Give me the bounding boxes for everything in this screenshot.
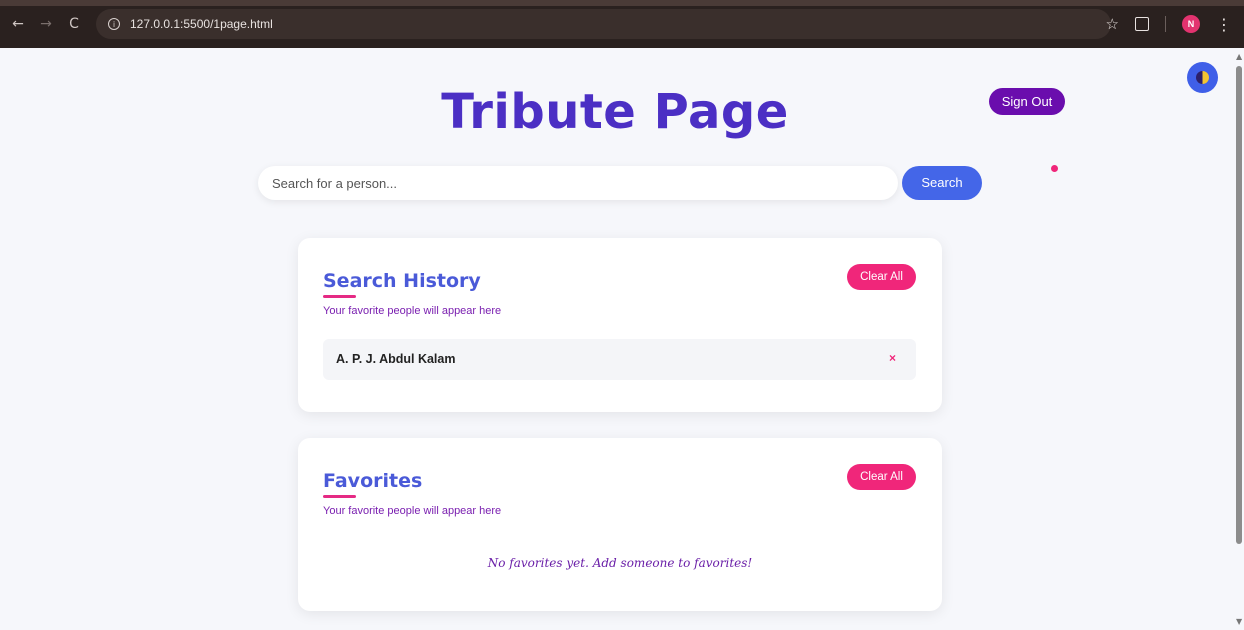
url-text[interactable]: 127.0.0.1:5500/1page.html — [130, 17, 273, 31]
scroll-up-icon[interactable]: ▲ — [1236, 52, 1242, 61]
remove-icon[interactable]: × — [889, 351, 896, 365]
extensions-icon[interactable] — [1135, 17, 1149, 31]
toolbar-divider — [1165, 16, 1166, 32]
favorites-title: Favorites — [323, 470, 423, 492]
search-history-card: Search History Your favorite people will… — [298, 238, 942, 412]
browser-actions: ☆ N ⋮ — [1106, 0, 1232, 48]
decorative-dot — [1051, 165, 1058, 172]
clear-history-button[interactable]: Clear All — [847, 264, 916, 290]
back-icon[interactable]: ← — [8, 16, 28, 32]
tab-strip — [0, 0, 1244, 6]
site-info-icon[interactable]: i — [108, 18, 120, 30]
scrollbar-thumb[interactable] — [1236, 66, 1242, 544]
browser-toolbar: ← → C i 127.0.0.1:5500/1page.html ☆ N ⋮ — [0, 0, 1244, 48]
search-history-title: Search History — [323, 270, 481, 292]
search-input[interactable] — [258, 166, 898, 200]
search-history-subtitle: Your favorite people will appear here — [323, 305, 502, 317]
profile-avatar[interactable]: N — [1182, 15, 1200, 33]
favorites-subtitle: Your favorite people will appear here — [323, 505, 502, 517]
forward-icon[interactable]: → — [36, 16, 56, 32]
reload-icon[interactable]: C — [64, 16, 84, 32]
title-underline — [323, 295, 356, 298]
address-bar[interactable]: i 127.0.0.1:5500/1page.html — [96, 9, 1111, 39]
contrast-icon — [1196, 71, 1209, 84]
sign-out-button[interactable]: Sign Out — [989, 88, 1065, 115]
favorites-card: Favorites Your favorite people will appe… — [298, 438, 942, 611]
browser-menu-icon[interactable]: ⋮ — [1216, 15, 1232, 34]
search-button[interactable]: Search — [902, 166, 982, 200]
theme-toggle-button[interactable] — [1187, 62, 1218, 93]
favorites-empty-message: No favorites yet. Add someone to favorit… — [487, 556, 753, 570]
scroll-down-icon[interactable]: ▼ — [1236, 617, 1242, 626]
bookmark-star-icon[interactable]: ☆ — [1106, 15, 1119, 33]
history-item[interactable]: A. P. J. Abdul Kalam × — [323, 339, 916, 380]
clear-favorites-button[interactable]: Clear All — [847, 464, 916, 490]
title-underline — [323, 495, 356, 498]
history-item-name[interactable]: A. P. J. Abdul Kalam — [336, 352, 455, 366]
